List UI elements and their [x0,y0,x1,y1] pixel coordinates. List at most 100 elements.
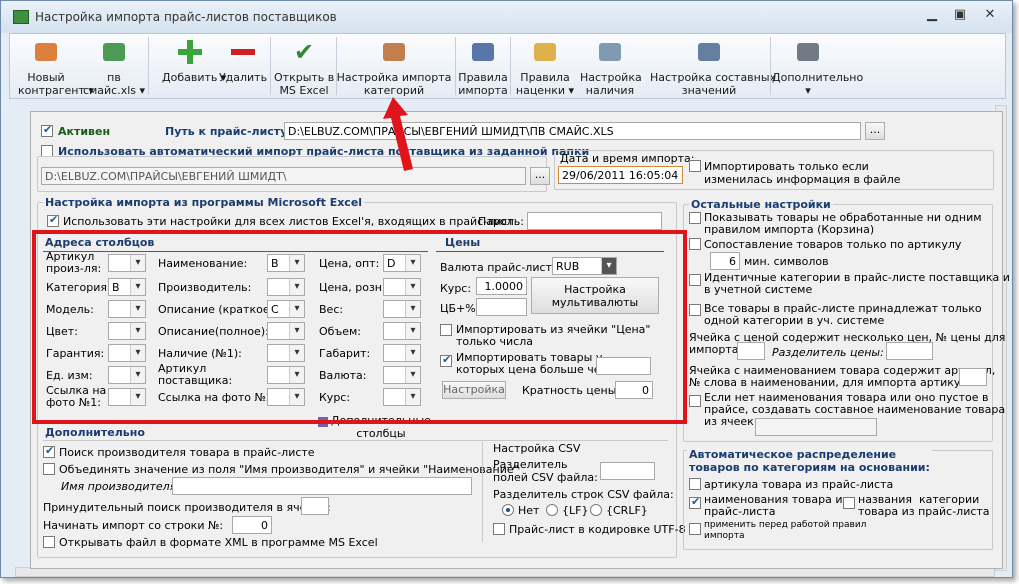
coins-icon [531,38,559,66]
art-word-input[interactable] [959,368,987,386]
toolbar-more-button[interactable]: Дополнительно ▾ [772,34,864,98]
show-basket-checkbox[interactable] [689,212,701,224]
truck-icon [32,38,60,66]
auto-path-input[interactable]: D:\ELBUZ.COM\ПРАЙСЫ\ЕВГЕНИЙ ШМИДТ\ [41,167,526,185]
merge-label: Объединять значение из поля "Имя произво… [59,463,519,476]
toolbar-separator [270,37,271,95]
app-icon [13,10,29,24]
art-word-label: Ячейка с наименованием товара содержит а… [689,364,995,389]
csv-opt-lf-radio[interactable] [546,504,558,516]
no-name-checkbox[interactable] [689,395,701,407]
toolbar-stock-button[interactable]: Настройка наличия [580,34,642,98]
maker-name-input[interactable] [172,477,472,495]
no-name-cells-input[interactable] [755,418,877,436]
csv-field-sep-label: Разделитель полей CSV файла: [493,458,598,484]
password-input[interactable] [527,212,662,230]
red-arrow-icon [383,97,413,171]
csv-row-sep-label: Разделитель строк CSV файла: [493,488,674,501]
toolbar-add-button[interactable]: Добавить ▾ [162,34,226,98]
maximize-button[interactable]: ▣ [947,6,973,24]
category-icon [380,38,408,66]
only-changed-label: Импортировать только если изменилась инф… [704,160,901,186]
toolbar-new-button[interactable]: Новый контрагент ▾ [18,34,94,98]
toolbar-markup-button[interactable]: Правила наценки ▾ [513,34,577,98]
extra-title: Дополнительно [43,426,147,439]
start-row-label: Начинать импорт со строки №: [43,519,224,532]
xml-label: Открывать файл в формате XML в программе… [59,536,378,549]
keyboard-icon [794,38,822,66]
toolbar-cat-button[interactable]: Настройка импорта категорий [335,34,453,98]
toolbar: Новый контрагент ▾ пв смайс.xls ▾ Добавить… [9,33,1006,99]
date-label: Дата и время импорта: [560,152,695,165]
show-basket-label: Показывать товары не обработанные ни одн… [704,211,982,236]
merge-checkbox[interactable] [43,463,55,475]
toolbar-markup-label: Правила наценки ▾ [515,71,575,97]
min-symbols-input[interactable]: 6 [710,252,740,270]
highlight-frame [32,230,687,424]
toolbar-rules-button[interactable]: Правила импорта [458,34,508,98]
browse-auto-button[interactable]: ... [530,167,550,185]
all-one-label: Все товары в прайс-листе принадлежат тол… [704,302,982,327]
excel-title: Настройка импорта из программы Microsoft… [43,196,365,209]
by-name-checkbox[interactable] [689,495,701,509]
xml-checkbox[interactable] [43,536,55,548]
start-row-input[interactable]: 0 [232,516,272,534]
forced-label: Принудительный поиск производителя в яче… [43,501,331,514]
main-window: Настройка импорта прайс-листов поставщик… [0,0,1013,578]
plus-icon [176,38,204,66]
price-sep-input[interactable] [886,342,933,360]
csv-separator-line [482,442,483,542]
path-label: Путь к прайс-листу: [165,125,292,138]
maker-name-label: Имя производителя: [61,480,181,493]
csv-title: Настройка CSV [493,442,581,455]
identical-checkbox[interactable] [689,274,701,286]
toolbar-more-label: Дополнительно ▾ [772,71,864,97]
path-input[interactable]: D:\ELBUZ.COM\ПРАЙСЫ\ЕВГЕНИЙ ШМИДТ\ПВ СМА… [284,122,861,140]
browse-path-button[interactable]: ... [865,122,885,140]
toolbar-pv-label: пв смайс.xls ▾ [82,71,146,97]
auto-dist-title: Автоматическое распределение товаров по … [687,448,932,474]
minus-icon [229,38,257,66]
toolbar-rules-label: Правила импорта [458,71,508,97]
cart-icon [596,38,624,66]
active-checkbox[interactable] [41,123,53,137]
by-category-checkbox[interactable] [843,497,855,509]
minimize-button[interactable]: ▁ [919,6,945,24]
find-maker-checkbox[interactable] [43,444,55,458]
apply-before-checkbox[interactable] [689,523,701,535]
min-symbols-label: мин. символов [744,255,829,268]
use-all-sheets-checkbox[interactable] [47,213,59,227]
all-one-checkbox[interactable] [689,304,701,316]
toolbar-separator [770,37,771,95]
extra-divider [43,440,668,441]
toolbar-compose-label: Настройка составных значений [650,71,777,97]
active-label: Активен [58,125,111,138]
forced-input[interactable] [301,497,329,515]
toolbar-excel-label: Открыть в MS Excel [274,71,335,97]
csv-opt-crlf-label: {CRLF} [606,504,648,517]
csv-opt-crlf-radio[interactable] [590,504,602,516]
only-changed-checkbox[interactable] [689,160,701,172]
multi-price-input[interactable] [737,342,765,360]
document-icon [695,38,723,66]
quill-icon [469,38,497,66]
toolbar-pv-button[interactable]: пв смайс.xls ▾ [82,34,146,98]
toolbar-excel-button[interactable]: ✔ Открыть в MS Excel [274,34,334,98]
match-article-checkbox[interactable] [689,238,701,250]
use-all-sheets-label: Использовать эти настройки для всех лист… [63,215,514,228]
toolbar-del-button[interactable]: Удалить [218,34,268,98]
match-article-label: Сопоставление товаров только по артикулу [704,238,962,251]
utf8-checkbox[interactable] [493,523,505,535]
close-button[interactable]: ✕ [977,6,1003,24]
apply-before-label: применить перед работой правил импорта [704,520,867,541]
by-article-checkbox[interactable] [689,478,701,490]
xls-icon [100,38,128,66]
identical-label: Идентичные категории в прайс-листе поста… [704,271,1010,296]
toolbar-separator [455,37,456,95]
date-input[interactable]: 29/06/2011 16:05:04 [558,166,683,184]
csv-opt-none-radio[interactable] [502,504,514,516]
by-name-label: наименования товара из прайс-листа [704,493,849,518]
toolbar-compose-button[interactable]: Настройка составных значений [650,34,777,98]
password-label: Пароль: [478,215,524,228]
csv-field-sep-input[interactable] [600,462,655,480]
